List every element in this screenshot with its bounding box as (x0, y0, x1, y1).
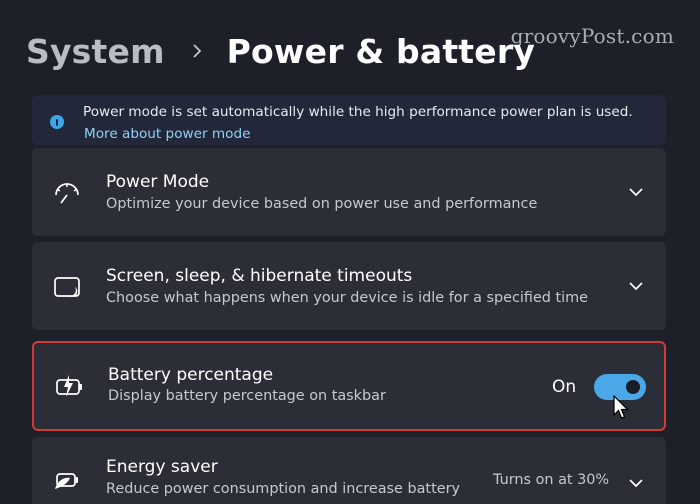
battery-charging-icon (56, 375, 82, 397)
page-title: Power & battery (226, 31, 536, 71)
toggle-state-label: On (552, 377, 577, 397)
screen-sleep-description: Choose what happens when your device is … (106, 290, 589, 306)
chevron-down-icon[interactable] (628, 186, 644, 198)
screen-sleep-card[interactable]: Screen, sleep, & hibernate timeouts Choo… (32, 242, 666, 330)
energy-saver-description: Reduce power consumption and increase ba… (106, 481, 461, 497)
power-mode-title: Power Mode (106, 172, 210, 192)
breadcrumb-system[interactable]: System (26, 32, 165, 71)
watermark: groovyPost.com (510, 24, 674, 48)
toggle-knob (626, 380, 640, 394)
chevron-down-icon[interactable] (628, 280, 644, 292)
info-icon (50, 115, 64, 129)
energy-saver-icon (55, 473, 78, 489)
power-mode-description: Optimize your device based on power use … (106, 196, 538, 212)
battery-percentage-description: Display battery percentage on taskbar (108, 388, 386, 404)
info-bar: Power mode is set automatically while th… (32, 95, 666, 145)
speedometer-icon (55, 183, 79, 204)
settings-page: groovyPost.com System Power & battery Po… (0, 0, 700, 504)
screen-sleep-icon (54, 277, 80, 297)
chevron-right-icon (193, 44, 201, 58)
breadcrumb: System Power & battery (26, 26, 535, 76)
chevron-down-icon[interactable] (628, 477, 644, 489)
energy-saver-title: Energy saver (106, 457, 218, 477)
energy-saver-status: Turns on at 30% (493, 472, 610, 488)
mouse-cursor-icon (613, 395, 629, 419)
power-mode-card[interactable]: Power Mode Optimize your device based on… (32, 148, 666, 236)
energy-saver-card[interactable]: Energy saver Reduce power consumption an… (32, 437, 666, 504)
more-about-power-mode-link[interactable]: More about power mode (84, 126, 250, 142)
battery-percentage-title: Battery percentage (108, 365, 274, 385)
screen-sleep-title: Screen, sleep, & hibernate timeouts (106, 266, 413, 286)
battery-percentage-card: Battery percentage Display battery perce… (32, 341, 666, 431)
info-text: Power mode is set automatically while th… (83, 104, 633, 120)
